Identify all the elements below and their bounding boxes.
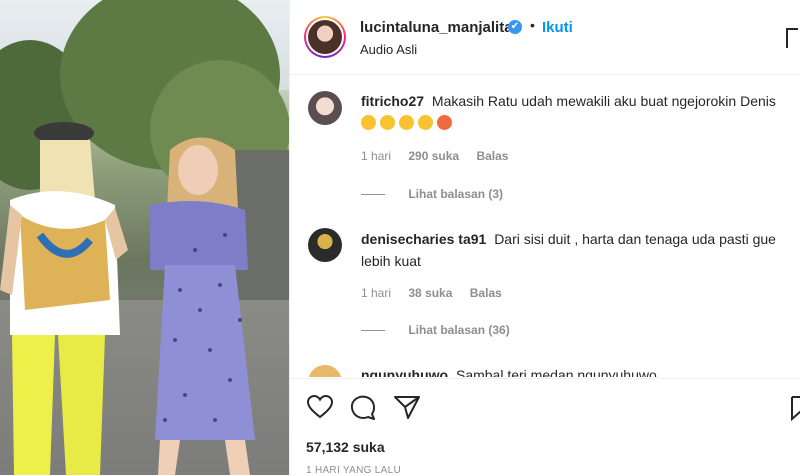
comment-meta: 1 hari 38 suka Balas: [361, 286, 516, 300]
reply-button[interactable]: Balas: [470, 286, 502, 300]
more-options-icon[interactable]: [786, 28, 798, 48]
comment-avatar[interactable]: [308, 228, 342, 262]
comment-icon[interactable]: [350, 395, 376, 421]
comment-body: denisecharies ta91 Dari sisi duit , hart…: [361, 228, 781, 272]
replies-divider: [361, 330, 385, 332]
replies-divider: [361, 194, 385, 196]
verified-badge-icon: ✔: [508, 20, 522, 34]
comment-body: fitricho27 Makasih Ratu udah mewakili ak…: [361, 90, 781, 134]
angry-emoji-icon: [437, 115, 452, 130]
post-video[interactable]: [0, 0, 289, 475]
author-username[interactable]: lucintaluna_manjalita: [360, 19, 513, 36]
comment-avatar[interactable]: [308, 365, 342, 377]
comment-text: Makasih Ratu udah mewakili aku buat ngej…: [431, 93, 776, 109]
comment-avatar[interactable]: [308, 91, 342, 125]
comment-text: Sambal teri medan ngunyuhuwo...: [455, 367, 669, 377]
laughing-emoji-icon: [399, 115, 414, 130]
view-replies-button[interactable]: Lihat balasan (3): [361, 187, 503, 201]
comment-meta: 1 hari 290 suka Balas: [361, 149, 522, 163]
comment-list[interactable]: fitricho27 Makasih Ratu udah mewakili ak…: [290, 75, 800, 377]
post-header: lucintaluna_manjalita ✔ • Ikuti Audio As…: [290, 0, 800, 75]
heart-icon[interactable]: [307, 395, 333, 419]
post-timestamp[interactable]: 1 HARI YANG LALU: [306, 465, 401, 476]
comment-likes[interactable]: 290 suka: [408, 149, 459, 163]
comment-time: 1 hari: [361, 286, 392, 300]
comment-username[interactable]: ngunyuhuwo: [361, 367, 448, 377]
comment-body: ngunyuhuwo Sambal teri medan ngunyuhuwo.…: [361, 364, 781, 377]
laughing-emoji-icon: [418, 115, 433, 130]
laughing-emoji-icon: [380, 115, 395, 130]
like-count[interactable]: 57,132 suka: [306, 439, 385, 455]
video-person-right: [150, 137, 255, 475]
comment-time: 1 hari: [361, 149, 392, 163]
send-icon[interactable]: [394, 395, 420, 419]
author-avatar[interactable]: [304, 16, 346, 58]
reply-button[interactable]: Balas: [476, 149, 508, 163]
action-bar: 57,132 suka 1 HARI YANG LALU: [290, 378, 800, 476]
comment-likes[interactable]: 38 suka: [408, 286, 452, 300]
post-details-panel: lucintaluna_manjalita ✔ • Ikuti Audio As…: [289, 0, 800, 476]
laughing-emoji-icon: [361, 115, 376, 130]
bookmark-icon[interactable]: [790, 395, 800, 421]
follow-button[interactable]: Ikuti: [542, 19, 573, 36]
comment-username[interactable]: denisecharies ta91: [361, 231, 486, 247]
header-separator: •: [530, 17, 535, 33]
view-replies-label: Lihat balasan (3): [408, 187, 504, 201]
avatar-photo: [308, 20, 342, 54]
view-replies-label: Lihat balasan (36): [408, 323, 510, 337]
comment-username[interactable]: fitricho27: [361, 93, 424, 109]
view-replies-button[interactable]: Lihat balasan (36): [361, 323, 510, 337]
audio-label[interactable]: Audio Asli: [360, 42, 417, 57]
